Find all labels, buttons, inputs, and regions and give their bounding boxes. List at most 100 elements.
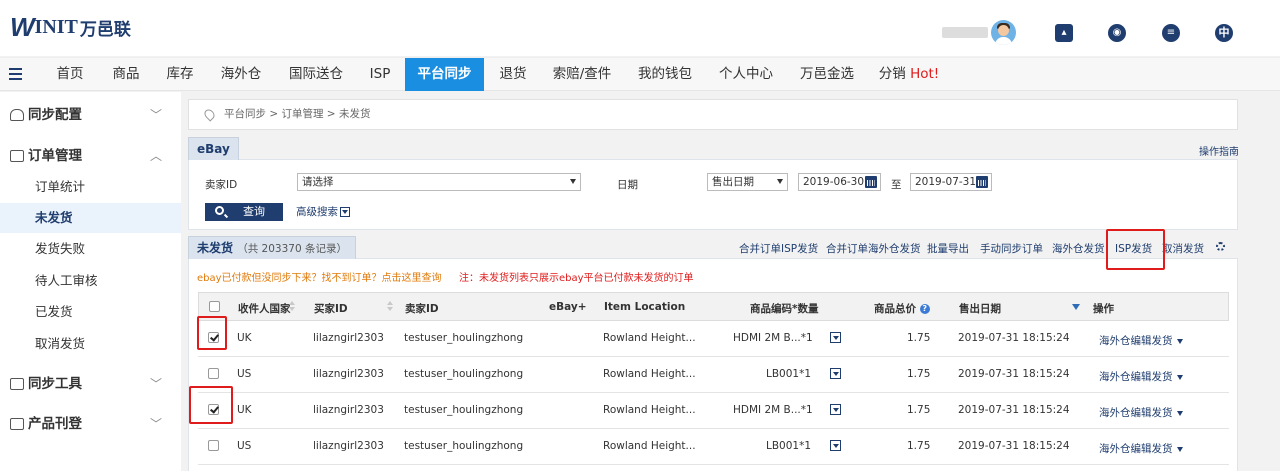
action-label: 海外仓编辑发货 (1099, 371, 1173, 383)
gear-icon[interactable] (1216, 242, 1225, 251)
tools-icon (10, 378, 24, 390)
location-pin-icon (202, 107, 217, 122)
cell-seller-id: testuser_houlingzhong (404, 332, 524, 344)
support-icon[interactable]: ◉ (1108, 24, 1126, 42)
overseas-edit-ship-action[interactable]: 海外仓编辑发货 (1099, 333, 1183, 348)
merge-isp-ship-action[interactable]: 合并订单ISP发货 (739, 241, 818, 256)
nav-distribution[interactable]: 分销 Hot! (873, 58, 945, 91)
cloud-icon (10, 109, 24, 121)
logo-cn: 万邑联 (79, 19, 131, 40)
sidebar-group-sync-config[interactable]: 同步配置 ﹀ (0, 103, 181, 127)
sidebar-item-shipped[interactable]: 已发货 (0, 297, 181, 327)
ebay-tab[interactable]: eBay (188, 137, 239, 160)
sort-desc-icon[interactable] (1072, 304, 1080, 310)
date-type-select[interactable]: 售出日期 (707, 173, 788, 191)
breadcrumb-text[interactable]: 平台同步 > 订单管理 > 未发货 (224, 108, 370, 120)
nav-home[interactable]: 首页 (47, 58, 93, 91)
listing-icon (10, 418, 24, 430)
unshipped-note: 注：未发货列表只展示ebay平台已付款未发货的订单 (459, 273, 694, 284)
sidebar-item-ship-failed[interactable]: 发货失败 (0, 234, 181, 264)
nav-wallet[interactable]: 我的钱包 (630, 58, 700, 91)
overseas-edit-ship-action[interactable]: 海外仓编辑发货 (1099, 405, 1183, 420)
sku-dropdown-icon[interactable] (830, 368, 841, 379)
menu-icon[interactable] (9, 68, 22, 80)
sort-icon[interactable] (387, 301, 393, 311)
sort-icon[interactable] (289, 301, 295, 311)
chevron-down-icon: ﹀ (150, 108, 163, 122)
unshipped-tab[interactable]: 未发货 （共 203370 条记录） (188, 236, 356, 259)
manual-sync-action[interactable]: 手动同步订单 (980, 241, 1043, 256)
sidebar-group-sync-tools[interactable]: 同步工具 ﹀ (0, 372, 181, 396)
nav-isp[interactable]: ISP (361, 58, 399, 91)
sku-dropdown-icon[interactable] (830, 404, 841, 415)
winit-logo[interactable]: W INIT 万邑联 (10, 12, 131, 42)
folder-icon[interactable]: ▴ (1055, 24, 1073, 42)
calendar-icon[interactable] (976, 176, 988, 188)
seller-id-select[interactable]: 请选择 (297, 173, 581, 191)
sync-missing-link[interactable]: ebay已付款但没同步下来？找不到订单？点击这里查询 (197, 269, 442, 284)
overseas-ship-action[interactable]: 海外仓发货 (1052, 241, 1105, 256)
cell-sold-date: 2019-07-31 18:15:24 (958, 368, 1070, 380)
nav-returns[interactable]: 退货 (490, 58, 536, 91)
avatar[interactable] (991, 20, 1016, 45)
nav-platform-sync[interactable]: 平台同步 (405, 58, 484, 91)
page-gutter (1238, 92, 1280, 471)
nav-personal-center[interactable]: 个人中心 (710, 58, 782, 91)
nav-inventory[interactable]: 库存 (157, 58, 203, 91)
username-blurred[interactable] (942, 27, 988, 38)
caret-down-icon (1176, 338, 1183, 344)
help-icon[interactable]: ? (919, 304, 930, 314)
sidebar-group-order-mgmt[interactable]: 订单管理 ︿ (0, 144, 181, 168)
help-link[interactable]: 操作指南 (1199, 143, 1239, 158)
col-country: 收件人国家 (238, 303, 291, 315)
cell-item-location: Rowland Height... (603, 404, 696, 416)
logo-int: INIT (34, 15, 78, 38)
col-item-location: Item Location (604, 301, 686, 313)
col-sku-qty: 商品编码*数量 (750, 303, 819, 315)
table-row[interactable]: US lilazngirl2303 testuser_houlingzhong … (198, 357, 1229, 393)
search-icon (215, 206, 224, 215)
sku-dropdown-icon[interactable] (830, 440, 841, 451)
unshipped-tab-label: 未发货 (197, 241, 234, 255)
sidebar-group-label: 同步工具 (28, 376, 82, 392)
cell-sold-date: 2019-07-31 18:15:24 (958, 440, 1070, 452)
nav-claims[interactable]: 索赔/查件 (543, 58, 621, 91)
language-icon[interactable]: 中 (1215, 24, 1233, 42)
table-row[interactable]: US lilazngirl2303 testuser_houlingzhong … (198, 429, 1229, 465)
sidebar-item-pending-review[interactable]: 待人工审核 (0, 266, 181, 296)
cell-country: US (237, 368, 252, 380)
caret-down-icon (777, 179, 783, 184)
sidebar-item-order-stats[interactable]: 订单统计 (0, 172, 181, 202)
nav-distribution-label: 分销 (878, 66, 906, 82)
nav-wanyi-select[interactable]: 万邑金选 (791, 58, 863, 91)
sidebar-group-product-listing[interactable]: 产品刊登 ﹀ (0, 412, 181, 436)
sidebar-item-cancel-shipment[interactable]: 取消发货 (0, 329, 181, 359)
chevron-down-icon: ﹀ (150, 377, 163, 391)
nav-products[interactable]: 商品 (103, 58, 149, 91)
caret-down-icon (1176, 374, 1183, 380)
merge-overseas-ship-action[interactable]: 合并订单海外仓发货 (826, 241, 921, 256)
nav-intl-shipping[interactable]: 国际送仓 (281, 58, 351, 91)
date-to-input[interactable]: 2019-07-31 (910, 173, 992, 191)
overseas-edit-ship-action[interactable]: 海外仓编辑发货 (1099, 369, 1183, 384)
advanced-search-toggle[interactable]: 高级搜索 (296, 204, 350, 219)
logo-w: W (10, 11, 35, 42)
select-all-checkbox[interactable] (209, 301, 220, 312)
cancel-ship-action[interactable]: 取消发货 (1162, 241, 1204, 256)
nav-overseas-warehouse[interactable]: 海外仓 (213, 58, 269, 91)
record-count: （共 203370 条记录） (237, 243, 347, 255)
table-row[interactable]: UK lilazngirl2303 testuser_houlingzhong … (198, 393, 1229, 429)
table-row[interactable]: UK lilazngirl2303 testuser_houlingzhong … (198, 321, 1229, 357)
date-from-input[interactable]: 2019-06-30 (798, 173, 881, 191)
row-checkbox[interactable] (208, 368, 219, 379)
message-icon[interactable]: ≡ (1162, 24, 1180, 42)
query-button[interactable]: 查询 (205, 203, 283, 221)
calendar-icon[interactable] (865, 176, 877, 188)
cell-sold-date: 2019-07-31 18:15:24 (958, 332, 1070, 344)
cell-sku-qty: HDMI 2M B...*1 (733, 404, 813, 416)
sidebar-item-unshipped[interactable]: 未发货 (0, 203, 181, 233)
row-checkbox[interactable] (208, 440, 219, 451)
sku-dropdown-icon[interactable] (830, 332, 841, 343)
overseas-edit-ship-action[interactable]: 海外仓编辑发货 (1099, 441, 1183, 456)
batch-export-action[interactable]: 批量导出 (927, 241, 969, 256)
